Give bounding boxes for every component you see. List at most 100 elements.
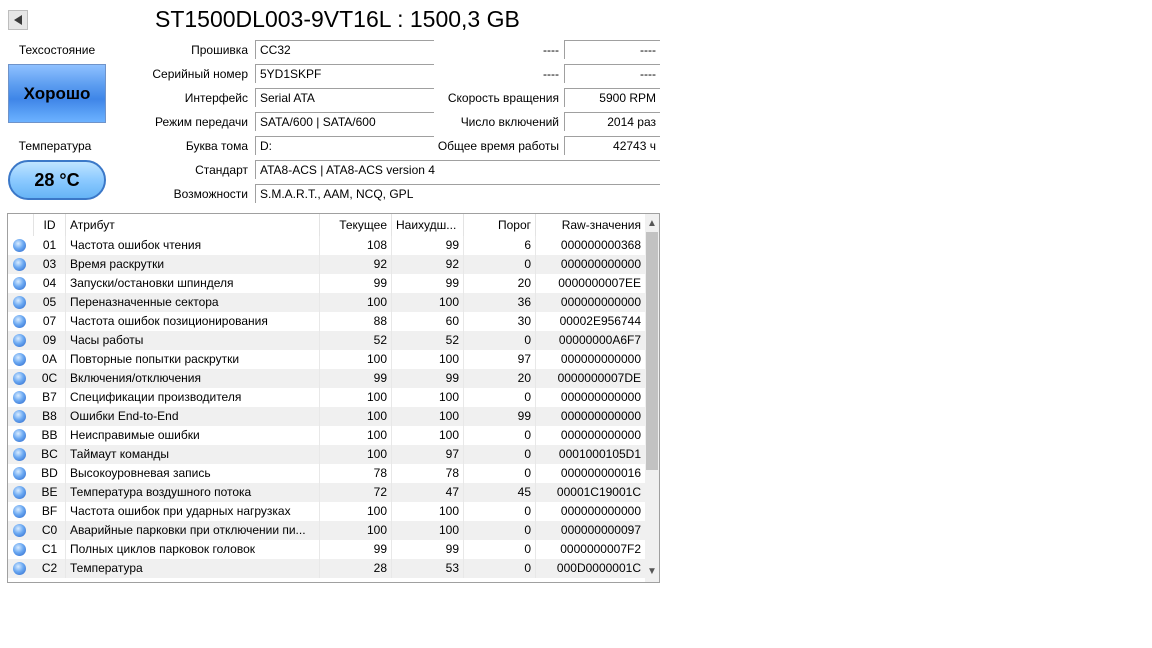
reserved2-label: ---- xyxy=(543,67,559,81)
table-row[interactable]: BB Неисправимые ошибки 100 100 0 000000000000 xyxy=(8,426,646,445)
back-button[interactable] xyxy=(8,10,28,30)
features-field[interactable]: S.M.A.R.T., AAM, NCQ, GPL xyxy=(255,184,660,203)
status-good-icon xyxy=(13,410,26,423)
firmware-field[interactable]: CC32 xyxy=(255,40,434,59)
power-on-hours-field[interactable]: 42743 ч xyxy=(564,136,660,155)
table-row[interactable]: B8 Ошибки End-to-End 100 100 99 000000000000 xyxy=(8,407,646,426)
table-row[interactable]: C0 Аварийные парковки при отключении пи..… xyxy=(8,521,646,540)
column-status[interactable] xyxy=(8,214,34,236)
cell-current: 52 xyxy=(320,331,392,350)
reserved1-field[interactable]: ---- xyxy=(564,40,660,59)
vertical-scrollbar[interactable]: ▲ ▼ xyxy=(645,214,659,582)
table-row[interactable]: 01 Частота ошибок чтения 108 99 6 00000000036… xyxy=(8,236,646,255)
column-current[interactable]: Текущее xyxy=(320,214,392,236)
cell-id: 09 xyxy=(34,331,66,350)
health-status-button[interactable]: Хорошо xyxy=(8,64,106,123)
cell-current: 72 xyxy=(320,483,392,502)
cell-raw: 000000000097 xyxy=(536,521,646,540)
cell-current: 100 xyxy=(320,502,392,521)
cell-attribute: Время раскрутки xyxy=(66,255,320,274)
table-row[interactable]: B7 Спецификации производителя 100 100 0 00000… xyxy=(8,388,646,407)
scroll-down-icon[interactable]: ▼ xyxy=(645,564,659,580)
cell-worst: 99 xyxy=(392,540,464,559)
cell-attribute: Переназначенные сектора xyxy=(66,293,320,312)
cell-raw: 00000000A6F7 xyxy=(536,331,646,350)
cell-attribute: Температура xyxy=(66,559,320,578)
cell-current: 100 xyxy=(320,426,392,445)
column-raw[interactable]: Raw-значения xyxy=(536,214,646,236)
cell-current: 99 xyxy=(320,540,392,559)
cell-threshold: 30 xyxy=(464,312,536,331)
table-row[interactable]: 05 Переназначенные сектора 100 100 36 0000000… xyxy=(8,293,646,312)
cell-attribute: Спецификации производителя xyxy=(66,388,320,407)
cell-id: B7 xyxy=(34,388,66,407)
status-good-icon xyxy=(13,391,26,404)
table-row[interactable]: BE Температура воздушного потока 72 47 45 000… xyxy=(8,483,646,502)
cell-raw: 000000000368 xyxy=(536,236,646,255)
status-good-icon xyxy=(13,524,26,537)
cell-current: 78 xyxy=(320,464,392,483)
cell-id: 04 xyxy=(34,274,66,293)
volume-label: Буква тома xyxy=(185,139,248,153)
reserved1-label: ---- xyxy=(543,43,559,57)
rotation-speed-label: Скорость вращения xyxy=(447,91,559,105)
cell-threshold: 20 xyxy=(464,369,536,388)
status-good-icon xyxy=(13,505,26,518)
reserved2-field[interactable]: ---- xyxy=(564,64,660,83)
cell-id: BF xyxy=(34,502,66,521)
scroll-up-icon[interactable]: ▲ xyxy=(645,216,659,232)
cell-raw: 000000000000 xyxy=(536,388,646,407)
cell-threshold: 0 xyxy=(464,255,536,274)
cell-threshold: 6 xyxy=(464,236,536,255)
column-attribute[interactable]: Атрибут xyxy=(66,214,320,236)
cell-threshold: 20 xyxy=(464,274,536,293)
cell-current: 99 xyxy=(320,274,392,293)
cell-attribute: Часы работы xyxy=(66,331,320,350)
smart-attributes-table[interactable]: ID Атрибут Текущее Наихудш... Порог Raw-… xyxy=(7,213,660,583)
cell-id: 0C xyxy=(34,369,66,388)
cell-attribute: Неисправимые ошибки xyxy=(66,426,320,445)
table-row[interactable]: 0A Повторные попытки раскрутки 100 100 97 000… xyxy=(8,350,646,369)
column-worst[interactable]: Наихудш... xyxy=(392,214,464,236)
standard-field[interactable]: ATA8-ACS | ATA8-ACS version 4 xyxy=(255,160,660,179)
scrollbar-thumb[interactable] xyxy=(646,232,658,470)
table-header: ID Атрибут Текущее Наихудш... Порог Raw-… xyxy=(8,214,646,236)
rotation-speed-field[interactable]: 5900 RPM xyxy=(564,88,660,107)
serial-field[interactable]: 5YD1SKPF xyxy=(255,64,434,83)
cell-attribute: Аварийные парковки при отключении пи... xyxy=(66,521,320,540)
cell-worst: 60 xyxy=(392,312,464,331)
table-row[interactable]: 04 Запуски/остановки шпинделя 99 99 20 000000… xyxy=(8,274,646,293)
power-on-count-field[interactable]: 2014 раз xyxy=(564,112,660,131)
cell-worst: 99 xyxy=(392,274,464,293)
cell-id: BB xyxy=(34,426,66,445)
table-row[interactable]: 09 Часы работы 52 52 0 00000000A6F7 xyxy=(8,331,646,350)
cell-id: 05 xyxy=(34,293,66,312)
table-row[interactable]: BC Таймаут команды 100 97 0 0001000105D1 xyxy=(8,445,646,464)
table-row[interactable]: BD Высокоуровневая запись 78 78 0 00000000001… xyxy=(8,464,646,483)
cell-worst: 100 xyxy=(392,521,464,540)
table-row[interactable]: 0C Включения/отключения 99 99 20 0000000007DE xyxy=(8,369,646,388)
table-row[interactable]: 03 Время раскрутки 92 92 0 000000000000 xyxy=(8,255,646,274)
column-id[interactable]: ID xyxy=(34,214,66,236)
firmware-label: Прошивка xyxy=(191,43,248,57)
health-label: Техсостояние xyxy=(18,43,96,57)
volume-field[interactable]: D: xyxy=(255,136,434,155)
cell-worst: 100 xyxy=(392,350,464,369)
table-row[interactable]: BF Частота ошибок при ударных нагрузках 10… xyxy=(8,502,646,521)
cell-current: 92 xyxy=(320,255,392,274)
column-threshold[interactable]: Порог xyxy=(464,214,536,236)
status-good-icon xyxy=(13,258,26,271)
features-label: Возможности xyxy=(173,187,248,201)
cell-threshold: 0 xyxy=(464,540,536,559)
table-row[interactable]: C1 Полных циклов парковок головок 99 99 0 000… xyxy=(8,540,646,559)
table-row[interactable]: C2 Температура 28 53 0 000D0000001C xyxy=(8,559,646,578)
cell-raw: 000000000000 xyxy=(536,407,646,426)
transfer-field[interactable]: SATA/600 | SATA/600 xyxy=(255,112,434,131)
cell-raw: 0000000007F2 xyxy=(536,540,646,559)
transfer-label: Режим передачи xyxy=(155,115,248,129)
interface-field[interactable]: Serial ATA xyxy=(255,88,434,107)
power-on-count-label: Число включений xyxy=(460,115,559,129)
temperature-button[interactable]: 28 °C xyxy=(8,160,106,200)
cell-worst: 100 xyxy=(392,407,464,426)
table-row[interactable]: 07 Частота ошибок позиционирования 88 60 30 0… xyxy=(8,312,646,331)
